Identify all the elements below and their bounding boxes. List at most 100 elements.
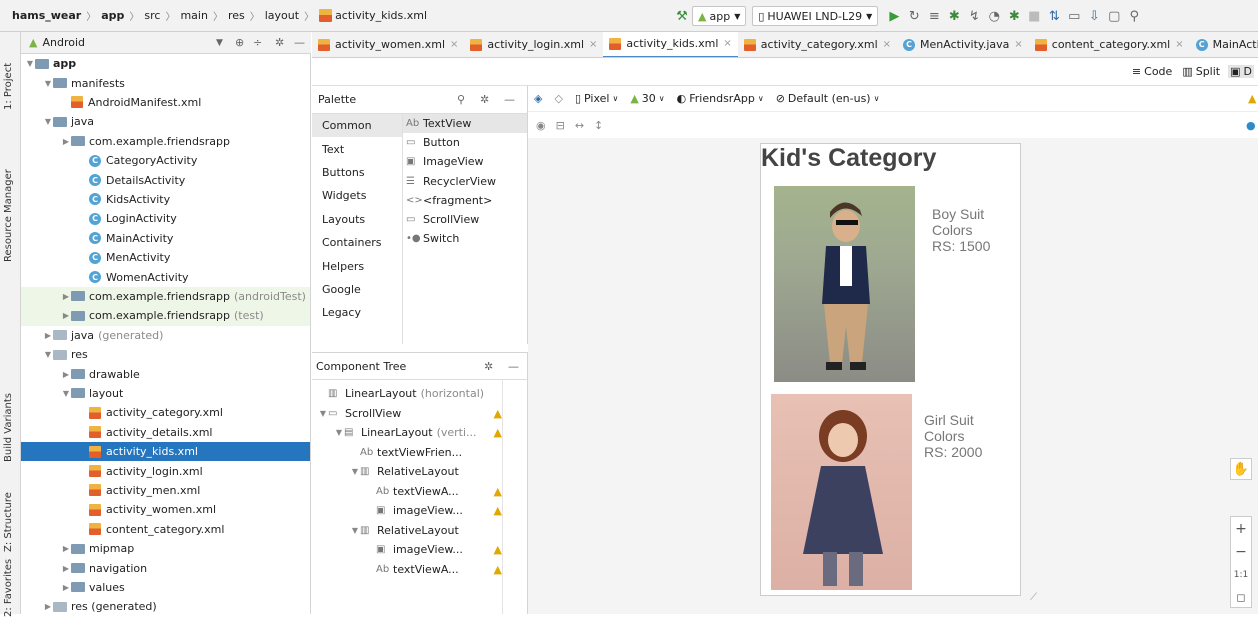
chevron-right-icon[interactable]: ▶ xyxy=(61,311,71,320)
search-everywhere-icon[interactable]: ⚲ xyxy=(1124,6,1144,26)
component-tree-node[interactable]: ▣ imageView... ▲ xyxy=(312,540,502,560)
warning-icon[interactable]: ▲ xyxy=(494,563,502,576)
zoom-out-icon[interactable]: − xyxy=(1231,540,1251,563)
resize-handle-icon[interactable]: ⟋ xyxy=(1030,592,1037,603)
palette-category[interactable]: Common xyxy=(312,114,402,138)
tree-item-folder[interactable]: ▶ com.example.friendsrapp (test) xyxy=(21,306,310,326)
tree-item-folder[interactable]: ▶ com.example.friendsrapp (androidTest) xyxy=(21,286,310,307)
profile-icon[interactable]: ◔ xyxy=(984,6,1004,26)
tree-item-xml[interactable]: activity_women.xml xyxy=(21,500,310,519)
tree-item-folder[interactable]: ▼ layout xyxy=(21,384,310,403)
girl-suit-caption[interactable]: Girl Suit Colors RS: 2000 xyxy=(924,412,982,460)
theme-selector[interactable]: ◐ FriendsrApp ∨ xyxy=(677,92,764,105)
editor-tab[interactable]: content_category.xml × xyxy=(1029,32,1190,57)
tree-item-folder[interactable]: ▶ navigation xyxy=(21,558,310,577)
breadcrumb-item[interactable]: activity_kids.xml xyxy=(319,9,427,22)
sync-icon[interactable]: ⇅ xyxy=(1044,6,1064,26)
component-tree-node[interactable]: Ab textViewA... ▲ xyxy=(312,560,502,580)
chevron-down-icon[interactable]: ▼ xyxy=(350,467,360,476)
tree-item-folder[interactable]: ▶ com.example.friendsrapp xyxy=(21,132,310,151)
apply-changes-icon[interactable]: ↻ xyxy=(904,6,924,26)
close-icon[interactable]: × xyxy=(723,38,731,49)
tree-item-xml[interactable]: content_category.xml xyxy=(21,520,310,539)
palette-category[interactable]: Legacy xyxy=(312,301,402,324)
project-view-selector[interactable]: Android xyxy=(42,36,85,49)
palette-category[interactable]: Containers xyxy=(312,231,402,254)
device-dropdown[interactable]: ▯ HUAWEI LND-L29 ▼ xyxy=(752,6,879,26)
tree-item-module[interactable]: ▼ app xyxy=(21,54,310,73)
close-icon[interactable]: × xyxy=(1014,39,1022,50)
zoom-actual-size-button[interactable]: 1:1 xyxy=(1231,563,1251,586)
tree-item-class[interactable]: C CategoryActivity xyxy=(21,151,310,170)
tree-item-class[interactable]: C MainActivity xyxy=(21,229,310,248)
editor-tab[interactable]: activity_women.xml × xyxy=(312,32,464,57)
tree-item-folder[interactable]: ▼ manifests xyxy=(21,73,310,92)
breadcrumb-item[interactable]: hams_wear xyxy=(12,9,81,22)
chevron-right-icon[interactable]: ▶ xyxy=(61,583,71,592)
tree-item-manifest[interactable]: AndroidManifest.xml xyxy=(21,93,310,112)
build-variants-tool-tab[interactable]: Build Variants xyxy=(3,362,14,462)
tree-item-folder[interactable]: ▼ java xyxy=(21,112,310,131)
component-tree-node[interactable]: ▼ ▤ LinearLayout (verti... ▲ xyxy=(312,423,502,443)
hammer-icon[interactable]: ⚒ xyxy=(672,6,692,26)
palette-item[interactable]: ▭ ScrollView xyxy=(403,210,527,229)
component-tree-node[interactable]: ▼ ▥ RelativeLayout xyxy=(312,521,502,541)
editor-tab[interactable]: C MenActivity.java × xyxy=(897,32,1029,57)
chevron-right-icon[interactable]: ▶ xyxy=(61,292,71,301)
debug-icon[interactable]: ✱ xyxy=(944,6,964,26)
tree-item-class[interactable]: C LoginActivity xyxy=(21,209,310,228)
chevron-down-icon[interactable]: ▼ xyxy=(43,117,53,126)
tree-item-class[interactable]: C WomenActivity xyxy=(21,267,310,286)
warning-icon[interactable]: ▲ xyxy=(494,504,502,517)
component-tree-node[interactable]: Ab textViewA... ▲ xyxy=(312,482,502,502)
run-icon[interactable]: ▶ xyxy=(884,6,904,26)
tree-item-xml[interactable]: activity_details.xml xyxy=(21,423,310,442)
tree-item-folder[interactable]: ▶ drawable xyxy=(21,364,310,383)
help-icon[interactable]: ● xyxy=(1246,119,1256,132)
horizontal-resize-icon[interactable]: ↔ xyxy=(575,119,584,132)
preview-title[interactable]: Kid's Category xyxy=(761,144,1011,173)
component-tree-node[interactable]: ▼ ▥ RelativeLayout xyxy=(312,462,502,482)
chevron-right-icon[interactable]: ▶ xyxy=(61,370,71,379)
pan-icon[interactable]: ✋ xyxy=(1230,458,1252,480)
palette-category[interactable]: Google xyxy=(312,278,402,301)
zoom-in-icon[interactable]: + xyxy=(1231,517,1251,540)
breadcrumb-item[interactable]: main xyxy=(180,9,207,22)
layers-icon[interactable]: ◈ xyxy=(534,92,542,105)
girl-suit-image[interactable] xyxy=(771,394,912,590)
device-selector[interactable]: ▯ Pixel ∨ xyxy=(575,92,618,105)
api-selector[interactable]: ▲ 30 ∨ xyxy=(630,92,664,105)
palette-item[interactable]: <> <fragment> xyxy=(403,191,527,210)
palette-category[interactable]: Widgets xyxy=(312,184,402,207)
tree-item-xml[interactable]: activity_men.xml xyxy=(21,481,310,500)
palette-item[interactable]: Ab TextView xyxy=(403,114,527,134)
warning-icon[interactable]: ▲ xyxy=(494,407,502,420)
chevron-down-icon[interactable]: ▼ xyxy=(216,38,223,48)
split-view-button[interactable]: ▥ Split xyxy=(1182,65,1220,78)
close-icon[interactable]: × xyxy=(589,39,597,50)
breadcrumb-item[interactable]: app xyxy=(101,9,124,22)
editor-tab[interactable]: activity_kids.xml × xyxy=(603,32,738,57)
tree-item-class[interactable]: C DetailsActivity xyxy=(21,170,310,189)
palette-item[interactable]: ☰ RecyclerView xyxy=(403,172,527,191)
hide-icon[interactable]: — xyxy=(294,36,305,49)
chevron-down-icon[interactable]: ▼ xyxy=(61,389,71,398)
palette-item[interactable]: ▭ Button xyxy=(403,133,527,152)
favorites-tool-tab[interactable]: 2: Favorites xyxy=(3,547,14,617)
chevron-down-icon[interactable]: ▼ xyxy=(334,428,344,437)
vertical-resize-icon[interactable]: ↕ xyxy=(594,119,603,132)
gear-icon[interactable]: ✲ xyxy=(484,360,493,373)
avd-manager-icon[interactable]: ▭ xyxy=(1064,6,1084,26)
tree-item-folder[interactable]: ▶ mipmap xyxy=(21,539,310,558)
chevron-down-icon[interactable]: ▼ xyxy=(318,409,328,418)
close-icon[interactable]: × xyxy=(450,39,458,50)
zoom-fit-icon[interactable]: ◻ xyxy=(1231,586,1251,609)
code-view-button[interactable]: ≡ Code xyxy=(1132,65,1172,78)
search-icon[interactable]: ⚲ xyxy=(457,93,465,106)
boy-suit-caption[interactable]: Boy Suit Colors RS: 1500 xyxy=(932,206,990,254)
tree-item-class[interactable]: C KidsActivity xyxy=(21,190,310,209)
chevron-right-icon[interactable]: ▶ xyxy=(43,602,53,611)
tree-item-folder-res[interactable]: ▼ res xyxy=(21,345,310,364)
warning-icon[interactable]: ▲ xyxy=(1248,92,1256,105)
component-tree-node[interactable]: ▣ imageView... ▲ xyxy=(312,501,502,521)
